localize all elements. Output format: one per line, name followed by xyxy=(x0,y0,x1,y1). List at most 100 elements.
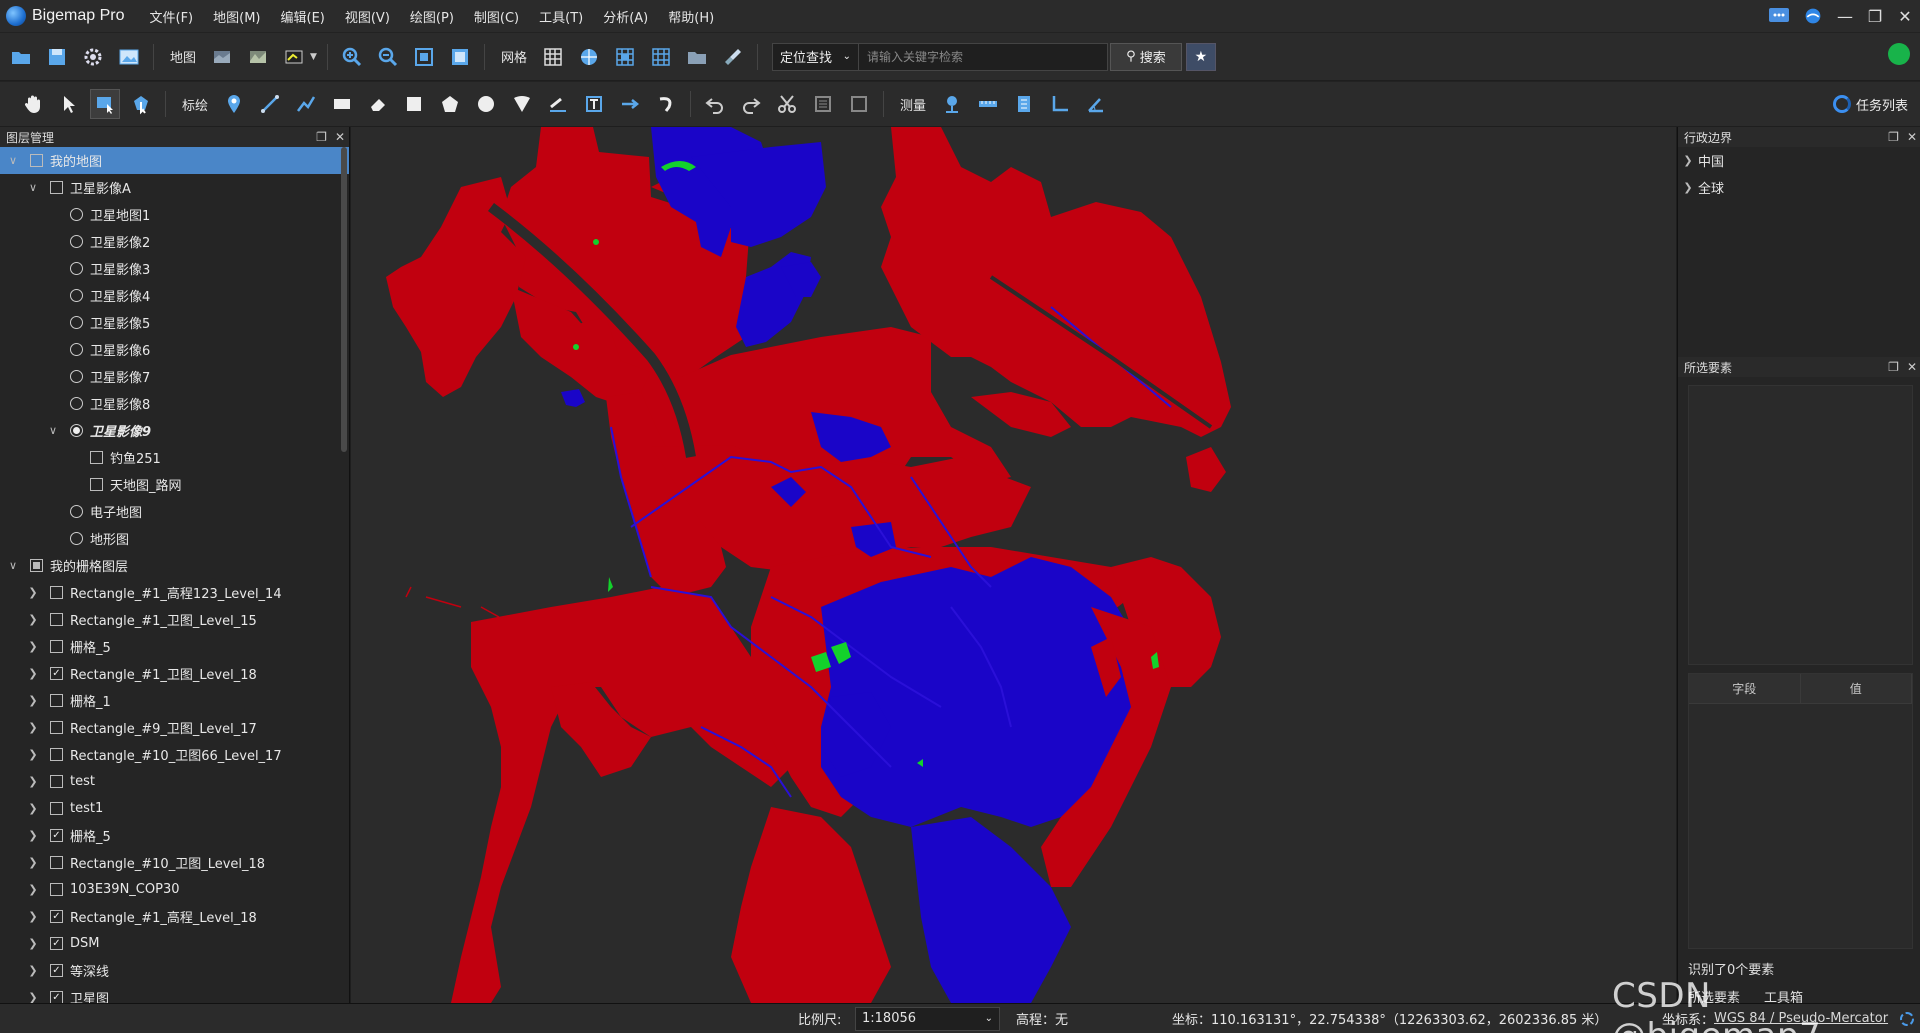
copy-icon[interactable] xyxy=(808,89,838,119)
menu-tools[interactable]: 工具(T) xyxy=(536,5,586,28)
clear-brush-icon[interactable] xyxy=(718,42,748,72)
save-icon[interactable] xyxy=(42,42,72,72)
layer-checkbox[interactable] xyxy=(50,586,63,599)
layer-radio[interactable] xyxy=(70,343,83,356)
layer-checkbox[interactable]: ✓ xyxy=(50,910,63,923)
layer-tree-scrollbar[interactable] xyxy=(341,147,347,452)
chevron-right-icon[interactable]: ❯ xyxy=(26,802,40,815)
arrow-tool-icon[interactable] xyxy=(615,89,645,119)
layer-radio[interactable] xyxy=(70,505,83,518)
undo-icon[interactable] xyxy=(700,89,730,119)
restore-button[interactable]: ❐ xyxy=(1860,0,1890,32)
layer-tree-row[interactable]: ∨ 卫星影像A xyxy=(0,174,349,201)
layer-tree-row[interactable]: ❯ ✓ 等深线 xyxy=(0,957,349,984)
layer-tree-row[interactable]: 卫星影像2 xyxy=(0,228,349,255)
menu-view[interactable]: 视图(V) xyxy=(342,5,393,28)
layer-tree-row[interactable]: ❯ Rectangle_#10_卫图66_Level_17 xyxy=(0,741,349,768)
chevron-right-icon[interactable]: ❯ xyxy=(26,667,40,680)
layer-tree-row[interactable]: 卫星影像5 xyxy=(0,309,349,336)
layer-checkbox[interactable]: ✓ xyxy=(50,829,63,842)
layer-checkbox[interactable] xyxy=(90,478,103,491)
image-export-icon[interactable] xyxy=(114,42,144,72)
search-type-select[interactable]: 定位查找 ⌄ xyxy=(771,42,858,71)
layer-tree-row[interactable]: ❯ test xyxy=(0,768,349,795)
layer-tree-row[interactable]: ❯ Rectangle_#1_高程123_Level_14 xyxy=(0,579,349,606)
favorite-star-icon[interactable]: ★ xyxy=(1185,42,1216,71)
layer-tree-row[interactable]: ❯ Rectangle_#9_卫图_Level_17 xyxy=(0,714,349,741)
layer-tree-row[interactable]: ❯ ✓ DSM xyxy=(0,930,349,957)
search-input[interactable] xyxy=(857,42,1108,71)
chevron-right-icon[interactable]: ❯ xyxy=(26,964,40,977)
layer-radio[interactable] xyxy=(70,370,83,383)
measure-area-icon[interactable] xyxy=(1009,89,1039,119)
status-settings-icon[interactable] xyxy=(1900,1011,1914,1026)
eraser-tool-icon[interactable] xyxy=(363,89,393,119)
layer-checkbox[interactable] xyxy=(50,181,63,194)
select-pointer-icon[interactable] xyxy=(54,89,84,119)
layer-tree-row[interactable]: ❯ 103E39N_COP30 xyxy=(0,876,349,903)
zoom-extent-icon[interactable] xyxy=(409,42,439,72)
globe-user-icon[interactable] xyxy=(1802,7,1824,25)
paste-icon[interactable] xyxy=(844,89,874,119)
circle-tool-icon[interactable] xyxy=(471,89,501,119)
layer-tree-row[interactable]: 卫星影像7 xyxy=(0,363,349,390)
close-panel-icon[interactable]: ✕ xyxy=(335,130,345,144)
layer-checkbox[interactable] xyxy=(90,451,103,464)
chevron-right-icon[interactable]: ❯ xyxy=(26,829,40,842)
layer-tree-row[interactable]: ∨ 我的栅格图层 xyxy=(0,552,349,579)
layer-checkbox[interactable] xyxy=(50,721,63,734)
chevron-right-icon[interactable]: ❯ xyxy=(26,748,40,761)
measure-height-icon[interactable] xyxy=(1045,89,1075,119)
chevron-right-icon[interactable]: ❯ xyxy=(26,991,40,1003)
km-grid-icon[interactable] xyxy=(610,42,640,72)
polygon-select-icon[interactable] xyxy=(126,89,156,119)
layer-radio[interactable] xyxy=(70,397,83,410)
satellite-map-icon[interactable] xyxy=(207,42,237,72)
measure-angle-icon[interactable] xyxy=(1081,89,1111,119)
close-panel-icon[interactable]: ✕ xyxy=(1907,130,1917,144)
layer-tree-row[interactable]: ∨ 我的地图 xyxy=(0,147,349,174)
layer-checkbox[interactable] xyxy=(30,559,43,572)
cut-icon[interactable] xyxy=(772,89,802,119)
open-folder-icon[interactable] xyxy=(6,42,36,72)
layer-checkbox[interactable]: ✓ xyxy=(50,964,63,977)
layer-tree-row[interactable]: 电子地图 xyxy=(0,498,349,525)
admin-item-china[interactable]: ❯ 中国 xyxy=(1678,147,1920,174)
menu-help[interactable]: 帮助(H) xyxy=(665,5,717,28)
globe-grid-icon[interactable] xyxy=(574,42,604,72)
layer-tree-row[interactable]: ❯ test1 xyxy=(0,795,349,822)
curve-arrow-icon[interactable] xyxy=(651,89,681,119)
close-button[interactable]: ✕ xyxy=(1890,0,1920,32)
layer-switch-icon[interactable] xyxy=(279,42,309,72)
pentagon-tool-icon[interactable] xyxy=(435,89,465,119)
text-underline-icon[interactable] xyxy=(543,89,573,119)
measure-distance-icon[interactable] xyxy=(973,89,1003,119)
float-panel-icon[interactable]: ❐ xyxy=(1888,130,1899,144)
layer-tree-row[interactable]: ❯ ✓ Rectangle_#1_高程_Level_18 xyxy=(0,903,349,930)
menu-cartography[interactable]: 制图(C) xyxy=(471,5,522,28)
menu-draw[interactable]: 绘图(P) xyxy=(407,5,457,28)
sector-tool-icon[interactable] xyxy=(507,89,537,119)
chevron-right-icon[interactable]: ❯ xyxy=(26,640,40,653)
chevron-right-icon[interactable]: ❯ xyxy=(26,883,40,896)
layer-checkbox[interactable]: ✓ xyxy=(50,937,63,950)
layer-tree-row[interactable]: ❯ ✓ Rectangle_#1_卫图_Level_18 xyxy=(0,660,349,687)
layer-checkbox[interactable] xyxy=(50,748,63,761)
chevron-down-icon[interactable]: ∨ xyxy=(6,154,20,167)
folder-icon[interactable] xyxy=(682,42,712,72)
layer-checkbox[interactable] xyxy=(50,694,63,707)
layer-radio[interactable] xyxy=(70,424,83,437)
layer-checkbox[interactable] xyxy=(50,640,63,653)
layer-radio[interactable] xyxy=(70,208,83,221)
chevron-right-icon[interactable]: ❯ xyxy=(26,694,40,707)
task-list-button[interactable]: 任务列表 xyxy=(1832,95,1908,114)
attribute-table[interactable]: 字段 值 xyxy=(1688,673,1913,949)
chevron-right-icon[interactable]: ❯ xyxy=(26,856,40,869)
menu-file[interactable]: 文件(F) xyxy=(147,5,197,28)
identify-icon[interactable] xyxy=(90,89,120,119)
layer-checkbox[interactable] xyxy=(50,613,63,626)
message-icon[interactable] xyxy=(1768,7,1790,25)
layer-checkbox[interactable] xyxy=(50,883,63,896)
layer-tree-row[interactable]: 卫星影像6 xyxy=(0,336,349,363)
line-tool-icon[interactable] xyxy=(255,89,285,119)
